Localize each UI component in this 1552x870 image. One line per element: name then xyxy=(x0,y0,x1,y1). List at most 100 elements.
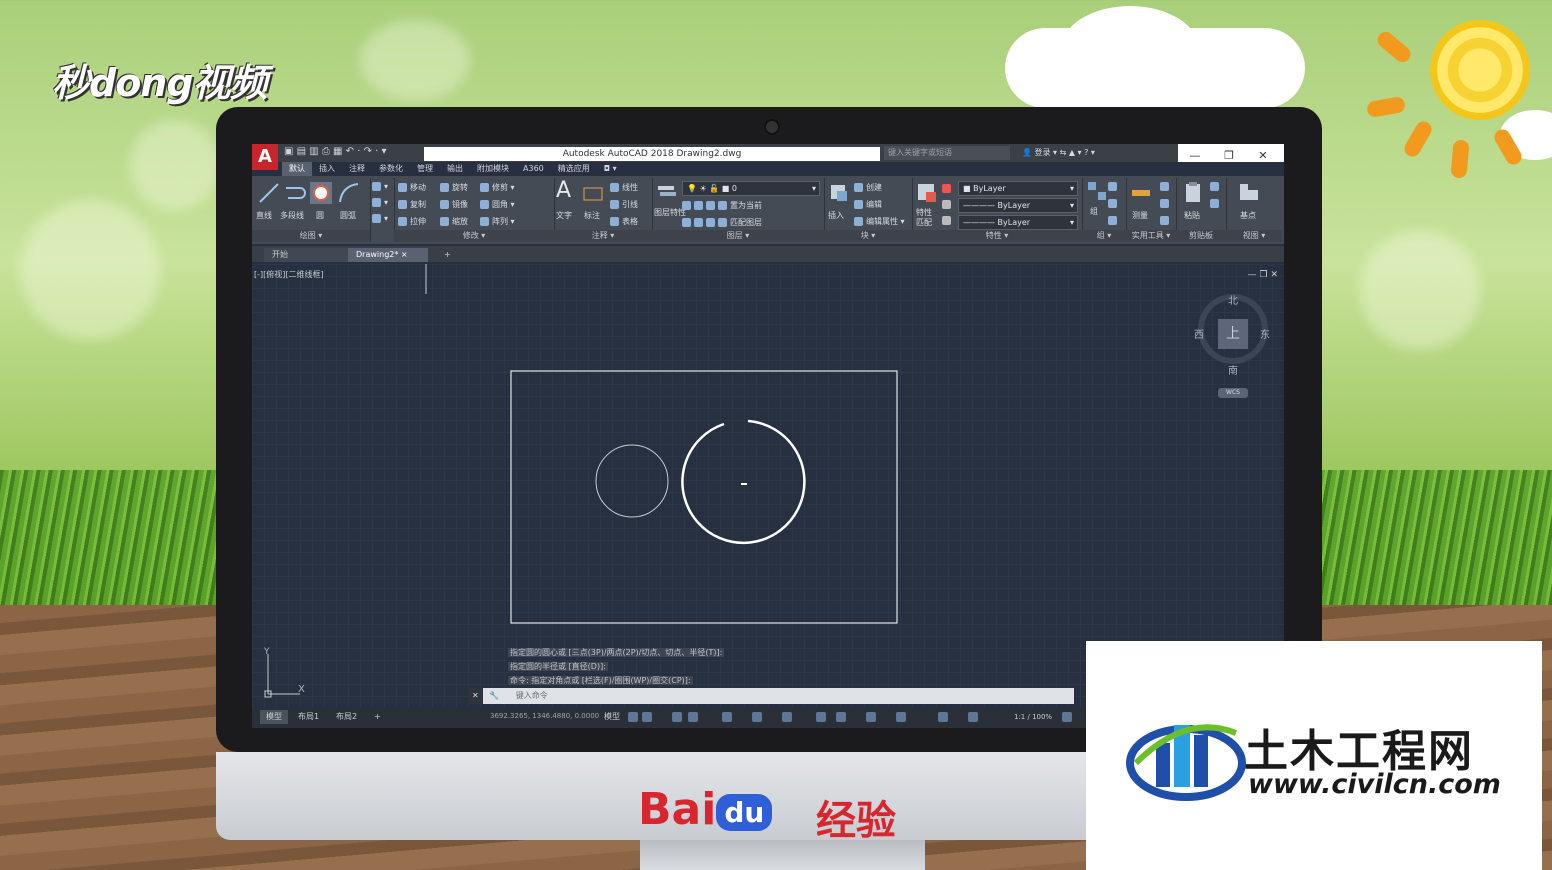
arc-button[interactable]: 圆弧 xyxy=(340,210,356,221)
annotation-visibility-icon[interactable] xyxy=(938,712,948,722)
color-dropdown[interactable]: ■ ByLayer ▾ xyxy=(958,181,1078,196)
selection-cycling-icon[interactable] xyxy=(836,712,846,722)
linetype-dropdown[interactable]: ———— ByLayer ▾ xyxy=(958,198,1078,213)
ribbon-group-label[interactable]: 修改 ▾ xyxy=(394,230,554,242)
ribbon-group-label[interactable]: 实用工具 ▾ xyxy=(1126,230,1176,242)
ribbon-group-label[interactable]: 剪贴板 xyxy=(1176,230,1226,242)
insert-block-icon[interactable] xyxy=(828,182,850,204)
create-block-button[interactable]: 创建 xyxy=(854,182,882,193)
viewcube-west[interactable]: 西 xyxy=(1194,326,1204,341)
array-button[interactable]: 阵列 ▾ xyxy=(480,216,515,227)
ribbon-group-label[interactable]: 组 ▾ xyxy=(1082,230,1126,242)
text-icon[interactable]: A xyxy=(556,178,571,203)
ribbon-group-label[interactable]: 特性 ▾ xyxy=(912,230,1082,242)
tab-layout1[interactable]: 布局1 xyxy=(292,710,325,724)
close-button[interactable]: ✕ xyxy=(1246,147,1280,165)
viewcube-top-face[interactable]: 上 xyxy=(1218,319,1248,349)
settings-gear-icon[interactable] xyxy=(1062,712,1072,722)
ribbon-group-label[interactable]: 图层 ▾ xyxy=(652,230,824,242)
dimension-icon[interactable] xyxy=(582,182,604,204)
circle-button[interactable]: 圆 xyxy=(316,210,324,221)
layer-dropdown[interactable]: 💡 ☀ 🔓 ■ 0 ▾ xyxy=(682,181,820,196)
tab-annotate[interactable]: 注释 xyxy=(342,162,372,176)
dimension-button[interactable]: 标注 xyxy=(584,210,600,221)
make-current-button[interactable]: 置为当前 xyxy=(730,201,762,210)
base-view-icon[interactable] xyxy=(1238,182,1260,204)
viewcube-south[interactable]: 南 xyxy=(1228,362,1238,377)
ribbon-group-label[interactable]: 视图 ▾ xyxy=(1226,230,1282,242)
polyline-icon[interactable] xyxy=(284,182,306,204)
arc-icon[interactable] xyxy=(338,182,360,204)
mirror-button[interactable]: 镜像 xyxy=(440,199,468,210)
match-properties-icon[interactable] xyxy=(916,182,938,204)
rotate-button[interactable]: 旋转 xyxy=(440,182,468,193)
snap-toggle-icon[interactable] xyxy=(642,712,652,722)
measure-icon[interactable] xyxy=(1130,182,1152,204)
utility-tools-2[interactable] xyxy=(1160,199,1172,208)
tab-output[interactable]: 输出 xyxy=(440,162,470,176)
leader-button[interactable]: 引线 xyxy=(610,199,638,210)
text-button[interactable]: 文字 xyxy=(556,210,572,221)
ribbon-group-label[interactable]: 注释 ▾ xyxy=(554,230,652,242)
grid-toggle-icon[interactable] xyxy=(628,712,638,722)
lineweight-toggle-icon[interactable] xyxy=(782,712,792,722)
ribbon-group-label[interactable]: 绘图 ▾ xyxy=(252,230,370,242)
copy-button[interactable]: 复制 xyxy=(398,199,426,210)
autocad-logo[interactable]: A xyxy=(252,144,278,170)
move-button[interactable]: 移动 xyxy=(398,182,426,193)
cut-icon[interactable] xyxy=(1210,182,1222,191)
add-tab-button[interactable]: + xyxy=(436,248,459,262)
tab-parametric[interactable]: 参数化 xyxy=(372,162,410,176)
large-circle[interactable] xyxy=(681,419,806,545)
measure-button[interactable]: 测量 xyxy=(1132,210,1148,221)
linear-button[interactable]: 线性 xyxy=(610,182,638,193)
lineweight-dropdown[interactable]: ———— ByLayer ▾ xyxy=(958,215,1078,230)
lineweight-icon[interactable] xyxy=(942,216,954,225)
line-button[interactable]: 直线 xyxy=(256,210,272,221)
tab-insert[interactable]: 插入 xyxy=(312,162,342,176)
osnap-toggle-icon[interactable] xyxy=(722,712,732,722)
maximize-button[interactable]: ❐ xyxy=(1212,147,1246,165)
layer-properties-icon[interactable] xyxy=(656,182,678,204)
base-point-button[interactable]: 基点 xyxy=(1240,210,1256,221)
edit-attributes-button[interactable]: 编辑属性 ▾ xyxy=(854,216,905,227)
scale-button[interactable]: 缩放 xyxy=(440,216,468,227)
3d-osnap-icon[interactable] xyxy=(866,712,876,722)
group-tools-2[interactable] xyxy=(1108,199,1120,208)
small-circle[interactable] xyxy=(595,444,669,518)
search-input[interactable]: 键入关键字或短语 xyxy=(884,146,1010,160)
command-input[interactable]: 键入命令 xyxy=(506,691,548,700)
polar-toggle-icon[interactable] xyxy=(688,712,698,722)
transparency-toggle-icon[interactable] xyxy=(816,712,826,722)
ribbon-group-label[interactable]: 块 ▾ xyxy=(824,230,912,242)
edit-block-button[interactable]: 编辑 xyxy=(854,199,882,210)
paste-icon[interactable] xyxy=(1182,182,1204,204)
annotation-scale-readout[interactable]: 1:1 / 100% xyxy=(1008,710,1058,724)
polyline-button[interactable]: 多段线 xyxy=(280,210,304,221)
tab-layout2[interactable]: 布局2 xyxy=(330,710,363,724)
circle-tool-icon[interactable] xyxy=(310,182,332,204)
line-icon[interactable] xyxy=(258,182,280,204)
color-icon[interactable] xyxy=(942,184,954,193)
group-tools[interactable] xyxy=(1108,182,1120,191)
match-properties-button[interactable]: 特性匹配 xyxy=(916,208,936,228)
viewcube-east[interactable]: 东 xyxy=(1260,326,1270,341)
linetype-icon[interactable] xyxy=(942,200,954,209)
paste-button[interactable]: 粘贴 xyxy=(1184,210,1200,221)
match-layer-button[interactable]: 匹配图层 xyxy=(730,218,762,227)
tab-model[interactable]: 模型 xyxy=(260,710,288,724)
group-icon[interactable] xyxy=(1086,180,1108,202)
quick-access-toolbar[interactable]: ▣ ▤ ▥ ⎙ ▦ ↶ · ↷ · ▾ xyxy=(284,146,387,160)
command-close-icon[interactable]: ✕ xyxy=(468,688,483,704)
annotation-scale-icon[interactable] xyxy=(968,712,978,722)
add-layout-button[interactable]: + xyxy=(368,710,387,724)
layer-tools-row[interactable]: 置为当前 xyxy=(682,200,762,211)
group-button[interactable]: 组 xyxy=(1090,206,1098,217)
insert-button[interactable]: 插入 xyxy=(828,210,844,221)
tab-start[interactable]: 开始 xyxy=(264,248,352,262)
rectangle-icon[interactable]: ▾ xyxy=(372,182,388,191)
trim-button[interactable]: 修剪 ▾ xyxy=(480,182,515,193)
layer-tools-row-2[interactable]: 匹配图层 xyxy=(682,217,762,228)
tab-featured-apps[interactable]: 精选应用 xyxy=(551,162,597,176)
wcs-menu-button[interactable]: WCS xyxy=(1218,388,1248,398)
